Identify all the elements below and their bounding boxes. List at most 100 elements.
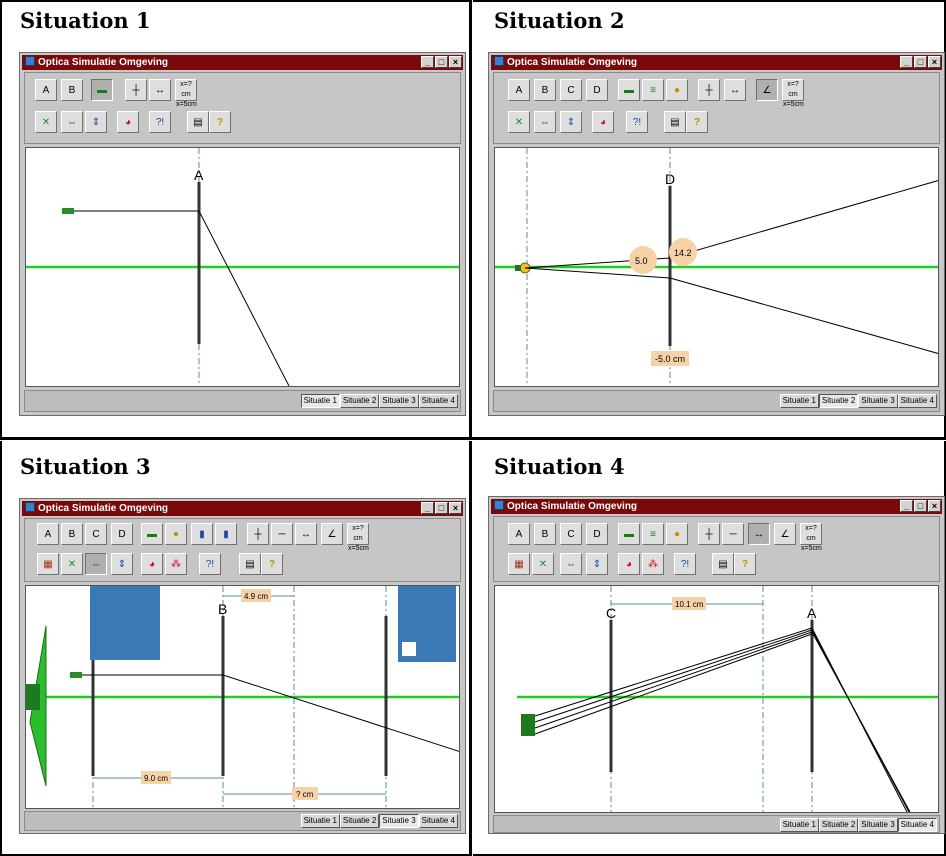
hint-tool[interactable]: ?! bbox=[199, 553, 221, 575]
light-source-tool[interactable]: ▬ bbox=[91, 79, 113, 101]
light-source[interactable] bbox=[62, 208, 74, 214]
tab-situatie-2[interactable]: Situatie 2 bbox=[339, 814, 380, 828]
light-source[interactable] bbox=[70, 672, 82, 678]
lamp-tool[interactable]: ● bbox=[666, 523, 688, 545]
axis-tool[interactable]: ┼ bbox=[247, 523, 269, 545]
measure-tool[interactable]: x=?cm x=5cm bbox=[782, 79, 804, 108]
close-button[interactable]: × bbox=[449, 502, 462, 514]
hint-tool[interactable]: ?! bbox=[626, 111, 648, 133]
lens-c-tool[interactable]: C bbox=[560, 523, 582, 545]
simulation-canvas[interactable]: A bbox=[25, 147, 460, 387]
close-button[interactable]: × bbox=[928, 500, 941, 512]
eraser-all-tool[interactable]: ⁂ bbox=[165, 553, 187, 575]
line-tool[interactable]: ─ bbox=[722, 523, 744, 545]
tab-situatie-1[interactable]: Situatie 1 bbox=[779, 818, 819, 832]
hint-tool[interactable]: ?! bbox=[674, 553, 696, 575]
tab-situatie-3[interactable]: Situatie 3 bbox=[858, 818, 898, 832]
tab-situatie-3[interactable]: Situatie 3 bbox=[858, 394, 898, 408]
lens-d-tool[interactable]: D bbox=[586, 79, 608, 101]
move-horizontal-tool[interactable]: ⇔ bbox=[560, 553, 582, 575]
close-button[interactable]: × bbox=[449, 56, 462, 68]
line-tool[interactable]: ─ bbox=[271, 523, 293, 545]
simulation-canvas[interactable]: B 4.9 cm 9.0 cm ? cm bbox=[25, 585, 460, 809]
tab-situatie-2[interactable]: Situatie 2 bbox=[818, 394, 859, 408]
axis-tool[interactable]: ┼ bbox=[125, 79, 147, 101]
minimize-button[interactable]: _ bbox=[421, 502, 434, 514]
eraser-tool[interactable]: ◕ bbox=[141, 553, 163, 575]
tab-situatie-2[interactable]: Situatie 2 bbox=[339, 394, 380, 408]
beam-source-tool[interactable]: ≡ bbox=[642, 523, 664, 545]
move-horizontal-tool[interactable]: ⇔ bbox=[85, 553, 107, 575]
screen-2-tool[interactable]: ▮ bbox=[215, 523, 237, 545]
tab-situatie-4[interactable]: Situatie 4 bbox=[897, 818, 937, 832]
help-tool[interactable]: ? bbox=[734, 553, 756, 575]
distance-tool[interactable]: ↔ bbox=[724, 79, 746, 101]
eraser-all-tool[interactable]: ⁂ bbox=[642, 553, 664, 575]
close-button[interactable]: × bbox=[928, 56, 941, 68]
eraser-tool[interactable]: ◕ bbox=[592, 111, 614, 133]
maximize-button[interactable]: □ bbox=[914, 500, 927, 512]
tab-situatie-4[interactable]: Situatie 4 bbox=[418, 814, 458, 828]
move-vertical-tool[interactable]: ⇕ bbox=[560, 111, 582, 133]
move-vertical-tool[interactable]: ⇕ bbox=[85, 111, 107, 133]
simulation-canvas[interactable]: C A 10.1 cm bbox=[494, 585, 939, 813]
help-tool[interactable]: ? bbox=[209, 111, 231, 133]
minimize-button[interactable]: _ bbox=[900, 500, 913, 512]
lens-c-tool[interactable]: C bbox=[560, 79, 582, 101]
move-vertical-tool[interactable]: ⇕ bbox=[586, 553, 608, 575]
tab-situatie-3[interactable]: Situatie 3 bbox=[379, 814, 419, 828]
ray-tool[interactable]: ✕ bbox=[508, 111, 530, 133]
measure-tool[interactable]: x=?cm x=5cm bbox=[347, 523, 369, 552]
screen-tool[interactable]: ▮ bbox=[191, 523, 213, 545]
tab-situatie-1[interactable]: Situatie 1 bbox=[300, 814, 340, 828]
beam-source-tool[interactable]: ≡ bbox=[642, 79, 664, 101]
document-tool[interactable]: ▤ bbox=[239, 553, 261, 575]
document-tool[interactable]: ▤ bbox=[712, 553, 734, 575]
maximize-button[interactable]: □ bbox=[914, 56, 927, 68]
lens-d-tool[interactable]: D bbox=[586, 523, 608, 545]
maximize-button[interactable]: □ bbox=[435, 56, 448, 68]
lens-a-tool[interactable]: A bbox=[37, 523, 59, 545]
lens-b-tool[interactable]: B bbox=[61, 523, 83, 545]
light-source-tool[interactable]: ▬ bbox=[141, 523, 163, 545]
measure-tool[interactable]: x=?cm x=5cm bbox=[175, 79, 197, 108]
angle-tool[interactable]: ∠ bbox=[321, 523, 343, 545]
tab-situatie-2[interactable]: Situatie 2 bbox=[818, 818, 859, 832]
hint-tool[interactable]: ?! bbox=[149, 111, 171, 133]
lens-d-tool[interactable]: D bbox=[111, 523, 133, 545]
tab-situatie-4[interactable]: Situatie 4 bbox=[897, 394, 937, 408]
help-tool[interactable]: ? bbox=[261, 553, 283, 575]
minimize-button[interactable]: _ bbox=[900, 56, 913, 68]
document-tool[interactable]: ▤ bbox=[664, 111, 686, 133]
lamp-tool[interactable]: ● bbox=[666, 79, 688, 101]
lens-b-tool[interactable]: B bbox=[534, 79, 556, 101]
axis-tool[interactable]: ┼ bbox=[698, 523, 720, 545]
tab-situatie-1[interactable]: Situatie 1 bbox=[300, 394, 340, 408]
axis-tool[interactable]: ┼ bbox=[698, 79, 720, 101]
eraser-tool[interactable]: ◕ bbox=[618, 553, 640, 575]
lens-c-tool[interactable]: C bbox=[85, 523, 107, 545]
toolbox-tool[interactable]: ▦ bbox=[508, 553, 530, 575]
ray-tool[interactable]: ✕ bbox=[532, 553, 554, 575]
angle-tool[interactable]: ∠ bbox=[756, 79, 778, 101]
toolbox-tool[interactable]: ▦ bbox=[37, 553, 59, 575]
maximize-button[interactable]: □ bbox=[435, 502, 448, 514]
tab-situatie-3[interactable]: Situatie 3 bbox=[379, 394, 419, 408]
light-source-tool[interactable]: ▬ bbox=[618, 523, 640, 545]
tab-situatie-4[interactable]: Situatie 4 bbox=[418, 394, 458, 408]
ray-tool[interactable]: ✕ bbox=[61, 553, 83, 575]
move-horizontal-tool[interactable]: ⇔ bbox=[534, 111, 556, 133]
angle-tool[interactable]: ∠ bbox=[774, 523, 796, 545]
simulation-canvas[interactable]: D 5.0 14.2 -5.0 cm bbox=[494, 147, 939, 387]
move-vertical-tool[interactable]: ⇕ bbox=[111, 553, 133, 575]
lens-b-tool[interactable]: B bbox=[534, 523, 556, 545]
measure-tool[interactable]: x=?cm x=5cm bbox=[800, 523, 822, 552]
distance-tool[interactable]: ↔ bbox=[149, 79, 171, 101]
move-horizontal-tool[interactable]: ⇔ bbox=[61, 111, 83, 133]
lamp-tool[interactable]: ● bbox=[165, 523, 187, 545]
lens-a-tool[interactable]: A bbox=[35, 79, 57, 101]
info-panel-left[interactable] bbox=[90, 586, 160, 660]
light-source-tool[interactable]: ▬ bbox=[618, 79, 640, 101]
help-tool[interactable]: ? bbox=[686, 111, 708, 133]
document-tool[interactable]: ▤ bbox=[187, 111, 209, 133]
